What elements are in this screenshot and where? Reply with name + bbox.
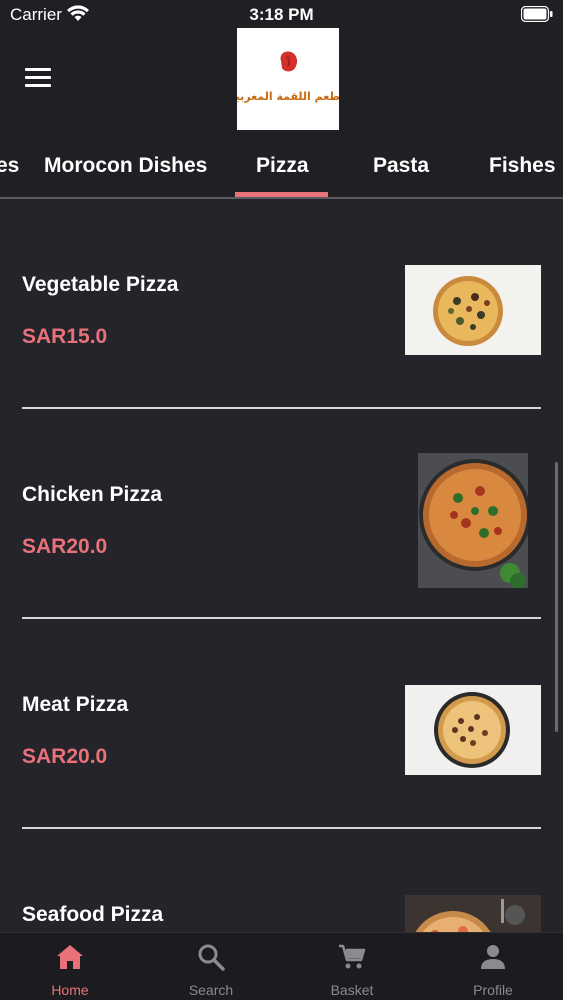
scrollbar[interactable] [555, 462, 558, 732]
home-icon [57, 945, 83, 969]
nav-profile[interactable]: Profile [423, 933, 563, 1000]
search-icon [198, 944, 225, 971]
status-bar: Carrier 3:18 PM [0, 0, 563, 28]
bottom-navigation: Home Search Basket Profile [0, 932, 563, 1000]
nav-search[interactable]: Search [141, 933, 281, 1000]
cart-icon [339, 944, 366, 969]
tab-fishes[interactable]: Fishes [489, 154, 556, 178]
category-tabs: es Morocon Dishes Pizza Pasta Fishes [0, 148, 563, 198]
item-image[interactable] [405, 265, 541, 355]
list-item[interactable]: Meat Pizza SAR20.0 [0, 619, 563, 829]
profile-icon [481, 945, 505, 969]
hamburger-menu-icon[interactable] [25, 68, 51, 88]
nav-label: Basket [330, 982, 374, 998]
list-item[interactable]: Chicken Pizza SAR20.0 [0, 409, 563, 619]
battery-icon [521, 6, 553, 22]
list-item[interactable]: Vegetable Pizza SAR15.0 [0, 199, 563, 409]
item-name: Meat Pizza [22, 693, 129, 716]
item-image[interactable] [418, 453, 528, 588]
pizza-image [433, 276, 503, 346]
item-image[interactable] [405, 685, 541, 775]
pizza-image [434, 692, 510, 768]
nav-basket[interactable]: Basket [282, 933, 422, 1000]
nav-label: Home [51, 982, 89, 998]
tab-pizza[interactable]: Pizza [256, 154, 309, 178]
restaurant-logo: مطعم اللقمة المغربية [229, 28, 347, 130]
item-price: SAR15.0 [22, 325, 108, 348]
clock: 3:18 PM [249, 5, 314, 24]
item-name: Seafood Pizza [22, 903, 164, 926]
item-image[interactable] [405, 895, 541, 932]
item-name: Chicken Pizza [22, 483, 163, 506]
tab-pasta[interactable]: Pasta [373, 154, 429, 178]
svg-text:مطعم اللقمة المغربية: مطعم اللقمة المغربية [237, 90, 339, 103]
logo-image: مطعم اللقمة المغربية [229, 51, 347, 103]
pizza-image [419, 459, 528, 588]
item-name: Vegetable Pizza [22, 273, 179, 296]
tab-morocon-dishes[interactable]: Morocon Dishes [44, 154, 207, 178]
nav-label: Search [188, 982, 234, 998]
nav-home[interactable]: Home [0, 933, 140, 1000]
tab-prev-category[interactable]: es [0, 154, 19, 178]
item-price: SAR20.0 [22, 745, 108, 768]
top-bar: مطعم اللقمة المغربية es Morocon Dishes P… [0, 28, 563, 198]
menu-list: Vegetable Pizza SAR15.0 Chicken Pizza SA… [0, 199, 563, 932]
list-item[interactable]: Seafood Pizza [0, 829, 563, 932]
item-price: SAR20.0 [22, 535, 108, 558]
pizza-image [415, 899, 525, 932]
nav-label: Profile [473, 982, 513, 998]
